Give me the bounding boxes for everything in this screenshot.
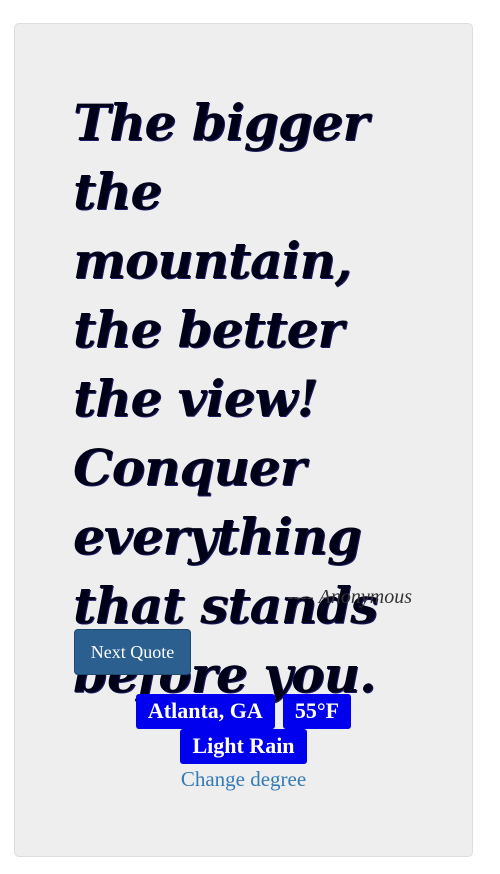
weather-row-bottom: Light Rain — [15, 729, 472, 764]
weather-row-top: Atlanta, GA 55°F — [15, 694, 472, 729]
quote-card: The bigger the mountain, the better the … — [14, 23, 473, 857]
next-quote-button[interactable]: Next Quote — [74, 629, 191, 675]
temperature-badge: 55°F — [282, 694, 352, 729]
location-badge: Atlanta, GA — [135, 694, 275, 729]
quote-text: The bigger the mountain, the better the … — [73, 93, 378, 704]
author-name: Anonymous — [318, 586, 412, 608]
condition-badge: Light Rain — [180, 729, 307, 764]
author-prefix: ---- — [287, 586, 319, 608]
weather-panel: Atlanta, GA 55°F Light Rain Change degre… — [15, 694, 472, 792]
quote-attribution: ---- Anonymous — [287, 586, 412, 609]
change-degree-link[interactable]: Change degree — [15, 767, 472, 792]
